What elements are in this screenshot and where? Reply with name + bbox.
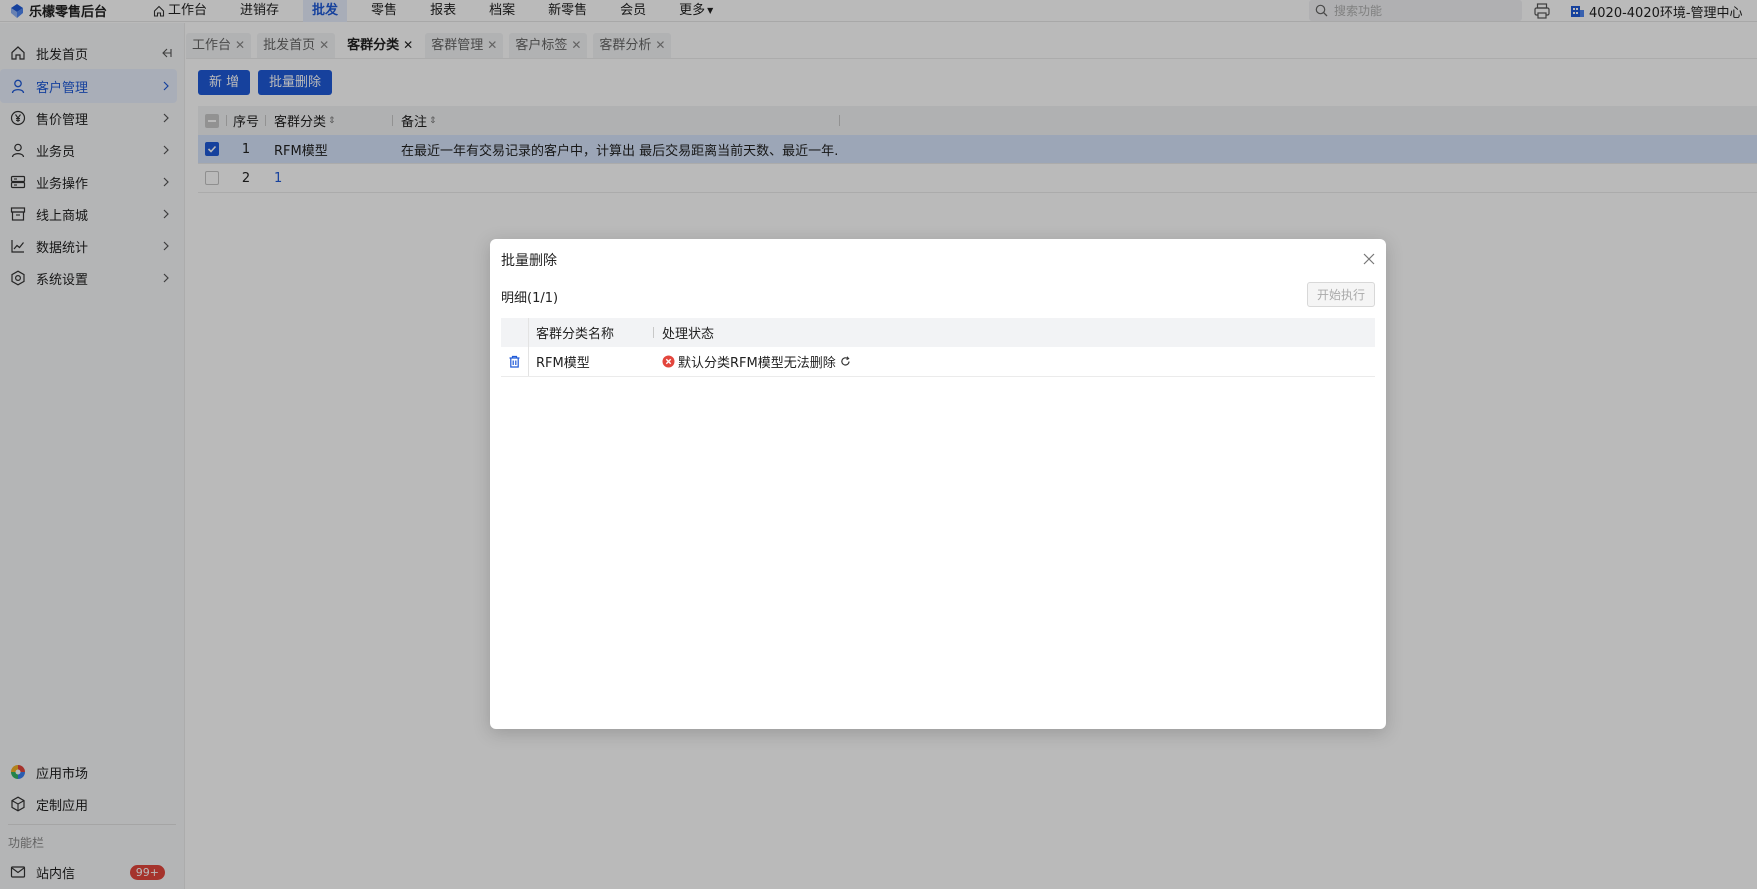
status-text: 默认分类RFM模型无法删除 xyxy=(678,356,836,371)
header-action-cell xyxy=(501,318,529,347)
table-header: 客群分类名称 处理状态 xyxy=(501,318,1375,347)
delete-detail-table: 客群分类名称 处理状态 RFM模型 默认分类RFM模型无法删除 xyxy=(501,318,1375,377)
header-label: 处理状态 xyxy=(662,327,715,342)
cell-name: RFM模型 xyxy=(536,356,590,371)
error-icon xyxy=(662,355,675,368)
header-label: 客群分类名称 xyxy=(536,327,615,342)
close-icon[interactable] xyxy=(1362,252,1376,266)
row-action-cell xyxy=(501,347,529,376)
header-status: 处理状态 xyxy=(654,318,1375,347)
retry-icon[interactable] xyxy=(840,356,851,367)
start-execution-button[interactable]: 开始执行 xyxy=(1306,282,1375,307)
header-name: 客群分类名称 xyxy=(529,318,653,347)
cell-status: 默认分类RFM模型无法删除 xyxy=(654,347,1375,376)
table-row: RFM模型 默认分类RFM模型无法删除 xyxy=(501,347,1375,377)
trash-icon[interactable] xyxy=(508,355,521,368)
dialog-title: 批量删除 xyxy=(501,253,557,269)
batch-delete-dialog: 批量删除 明细(1/1) 开始执行 客群分类名称 处理状态 RFM模型 默认分类… xyxy=(490,239,1386,729)
detail-count: 明细(1/1) xyxy=(501,291,559,306)
